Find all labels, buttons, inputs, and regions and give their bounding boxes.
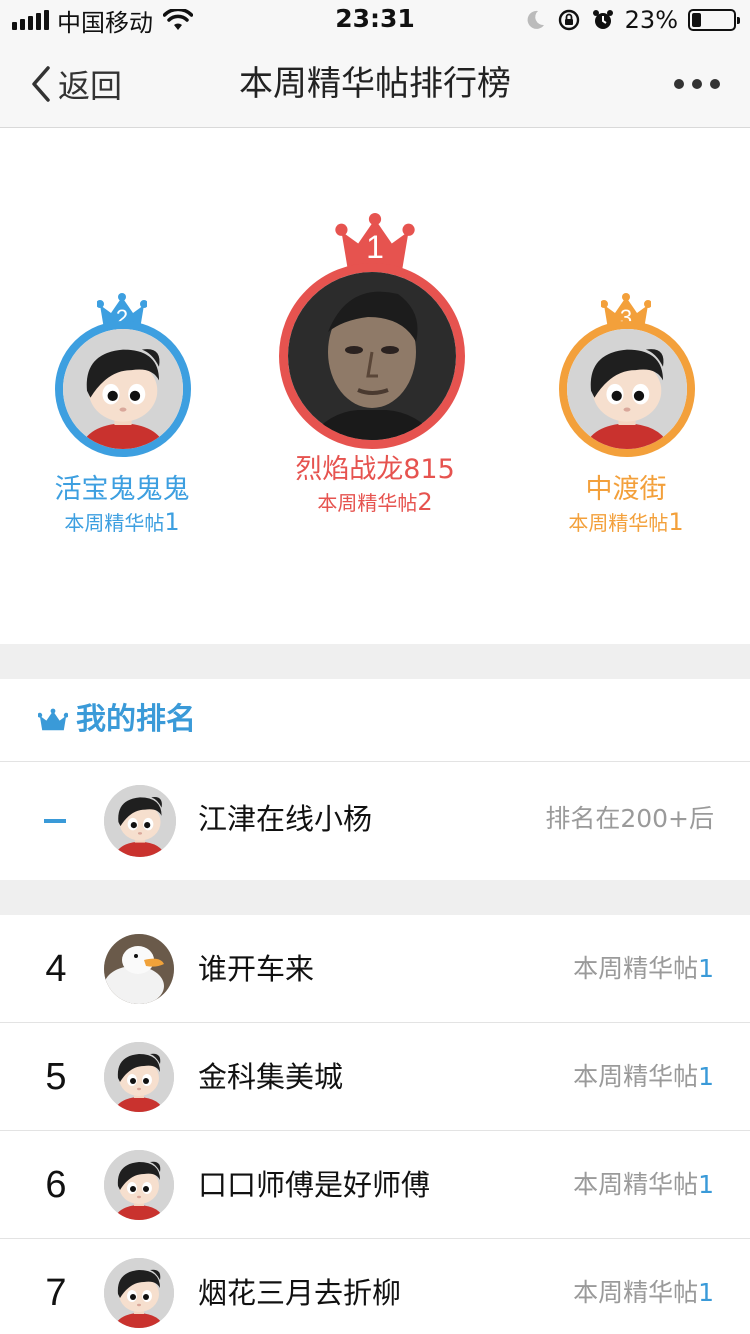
podium-count: 本周精华帖1 [64,508,180,536]
user-name: 谁开车来 [198,952,315,986]
rank-status: 排名在200+后 [545,804,714,833]
podium-count: 本周精华帖2 [317,488,433,516]
crown-icon [38,708,68,731]
rank-number: 1 [366,229,384,265]
podium-name: 烈焰战龙815 [295,454,455,485]
default-avatar-icon [63,329,183,449]
my-rank-title: 我的排名 [76,702,196,737]
ranking-row[interactable]: 5 金科集美城 本周精华帖1 [0,1023,750,1131]
ranking-row[interactable]: 6 口口师傅是好师傅 本周精华帖1 [0,1131,750,1239]
my-rank-header: 我的排名 [0,679,750,762]
no-rank-dash [44,819,66,823]
my-rank-row[interactable]: 江津在线小杨 排名在200+后 [0,763,750,880]
moon-icon [527,10,544,29]
battery-fill [692,13,701,27]
avatar [104,785,176,857]
podium-second[interactable]: 2 活宝鬼鬼鬼 本周精华帖1 [24,289,220,536]
avatar [279,263,465,449]
avatar [104,934,174,1004]
battery-percent: 23% [624,6,678,34]
default-avatar-icon [567,329,687,449]
avatar [55,321,191,457]
duck-avatar-icon [104,934,174,1004]
post-count: 本周精华帖1 [573,1278,714,1307]
podium-third[interactable]: 3 中渡街 本周精华帖1 [528,289,724,536]
rank-number: 4 [45,948,67,990]
nav-bar: 返回 本周精华帖排行榜 [0,40,750,128]
ranking-row[interactable]: 7 烟花三月去折柳 本周精华帖1 [0,1239,750,1334]
default-avatar-icon [104,1150,174,1220]
rotation-lock-icon [558,9,579,31]
rank-number: 7 [45,1272,67,1314]
section-divider [0,880,750,915]
avatar [104,1150,174,1220]
default-avatar-icon [104,1042,174,1112]
podium-name: 中渡街 [585,474,667,505]
avatar [559,321,695,457]
rank-number: 5 [45,1056,67,1098]
post-count: 本周精华帖1 [573,1062,714,1091]
more-icon[interactable] [674,70,720,98]
avatar [104,1042,174,1112]
rank-number: 6 [45,1164,67,1206]
podium-first[interactable]: 1 烈焰战龙815 本周精华帖2 [265,209,485,519]
top-three-podium: 2 活宝鬼鬼鬼 本周精华帖1 1 烈焰战龙815 本周精华帖2 3 中渡街 本周… [0,129,750,644]
post-count: 本周精华帖1 [573,1170,714,1199]
post-count: 本周精华帖1 [573,954,714,983]
page-title: 本周精华帖排行榜 [239,64,511,104]
user-name: 金科集美城 [198,1060,344,1094]
ranking-row[interactable]: 4 谁开车来 本周精华帖1 [0,915,750,1023]
alarm-icon [592,10,613,29]
user-name: 江津在线小杨 [198,802,373,836]
default-avatar-icon [104,785,176,857]
default-avatar-icon [104,1258,174,1328]
avatar [104,1258,174,1328]
status-bar: 中国移动 23:31 23% [0,0,750,40]
user-name: 烟花三月去折柳 [198,1276,402,1310]
podium-name: 活宝鬼鬼鬼 [54,474,190,505]
podium-count: 本周精华帖1 [568,508,684,536]
user-name: 口口师傅是好师傅 [198,1168,431,1202]
status-right: 23% [523,6,740,34]
section-divider [0,644,750,679]
battery-icon [688,9,740,31]
